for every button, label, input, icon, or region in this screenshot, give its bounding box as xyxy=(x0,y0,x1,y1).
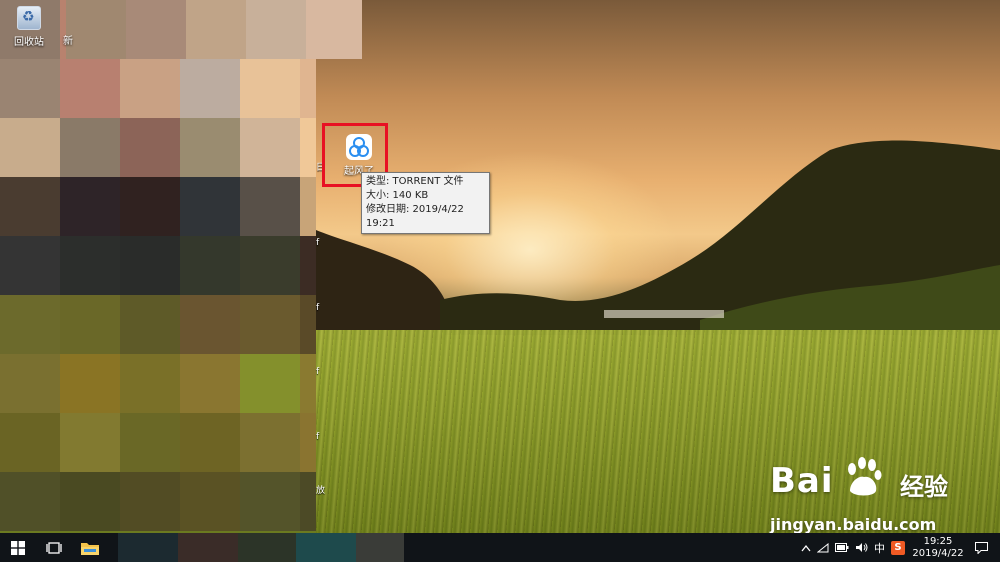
action-center-button[interactable] xyxy=(975,541,988,554)
file-explorer-button[interactable] xyxy=(74,533,106,562)
pixelated-region xyxy=(0,0,316,533)
ime-indicator[interactable]: 中 xyxy=(874,540,885,556)
edge-label: f xyxy=(316,432,320,442)
edge-label: f xyxy=(316,238,320,248)
windows-icon xyxy=(11,540,25,555)
clock-date: 2019/4/22 xyxy=(912,547,964,559)
tooltip-modified: 修改日期: 2019/4/22 19:21 xyxy=(366,204,464,229)
chevron-up-icon xyxy=(801,544,811,551)
system-tray: 中 S 19:25 2019/4/22 xyxy=(798,533,1000,562)
task-view-icon xyxy=(46,541,62,554)
show-hidden-icons-button[interactable] xyxy=(801,544,811,552)
taskbar-clock[interactable]: 19:25 2019/4/22 xyxy=(912,536,964,560)
baidu-paw-icon xyxy=(848,457,882,496)
task-view-button[interactable] xyxy=(38,533,70,562)
partial-icon-label: 新 xyxy=(63,36,73,47)
watermark-brand: Bai xyxy=(770,461,834,501)
edge-label: 放 xyxy=(316,486,326,496)
network-icon xyxy=(817,542,829,552)
taskbar-app-button[interactable] xyxy=(356,533,404,562)
volume-button[interactable] xyxy=(855,542,868,553)
taskbar-app-button[interactable] xyxy=(178,533,238,562)
taskbar-app-button[interactable] xyxy=(238,533,296,562)
desktop[interactable]: 回收站 新 日 f f f f 放 起风了 类型: TORRENT 文件 大小:… xyxy=(0,0,1000,533)
volume-icon xyxy=(856,543,868,552)
baidu-watermark: Bai 经验 jingyan.baidu.com xyxy=(770,455,990,533)
folder-icon xyxy=(81,542,99,555)
tooltip-size: 大小: 140 KB xyxy=(366,190,429,201)
battery-button[interactable] xyxy=(835,543,849,552)
recycle-bin-label: 回收站 xyxy=(14,37,44,48)
sogou-icon: S xyxy=(891,540,905,555)
file-tooltip: 类型: TORRENT 文件 大小: 140 KB 修改日期: 2019/4/2… xyxy=(361,172,490,234)
taskbar: 中 S 19:25 2019/4/22 xyxy=(0,533,1000,562)
recycle-bin-image xyxy=(17,6,41,30)
tooltip-type: 类型: TORRENT 文件 xyxy=(366,176,464,187)
partial-desktop-icon[interactable]: 新 xyxy=(58,32,78,47)
clock-time: 19:25 xyxy=(923,535,953,547)
edge-label: f xyxy=(316,367,320,377)
network-button[interactable] xyxy=(817,542,829,553)
watermark-url: jingyan.baidu.com xyxy=(770,515,937,533)
recycle-bin-icon[interactable]: 回收站 xyxy=(6,6,52,48)
taskbar-app-button[interactable] xyxy=(118,533,178,562)
notification-icon xyxy=(975,541,988,554)
start-button[interactable] xyxy=(0,533,36,562)
sogou-ime-button[interactable]: S xyxy=(891,540,905,555)
pixelated-region-top xyxy=(66,0,382,59)
battery-icon xyxy=(835,543,849,552)
edge-label: f xyxy=(316,303,320,313)
taskbar-app-button[interactable] xyxy=(296,533,356,562)
watermark-brand-cn: 经验 xyxy=(900,473,948,501)
